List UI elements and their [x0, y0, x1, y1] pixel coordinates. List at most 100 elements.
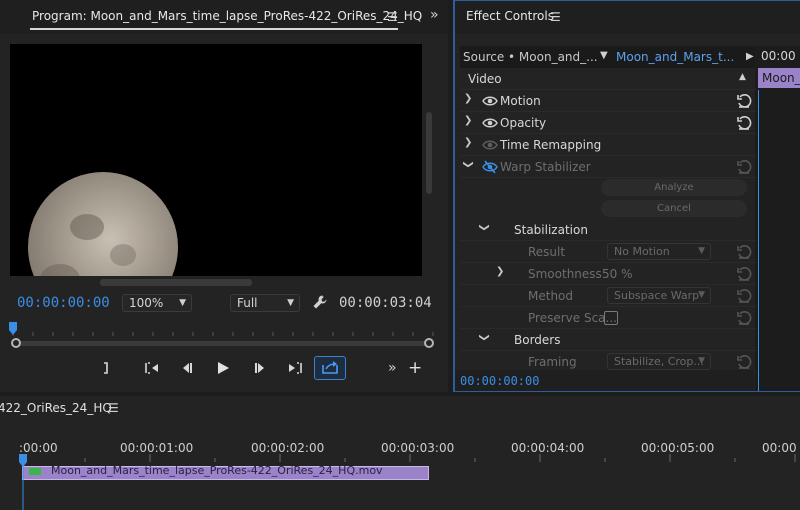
effects-mini-timeline[interactable]: 00:00 Moon_and_Mars — [755, 46, 800, 412]
zoom-handle-right[interactable] — [424, 338, 434, 348]
section-video-label: Video — [468, 72, 502, 86]
zoom-handle-left[interactable] — [11, 338, 21, 348]
add-button-icon[interactable]: + — [408, 358, 422, 378]
reset-icon — [737, 311, 752, 325]
effect-row-opacity[interactable]: ❯ Opacity — [460, 112, 756, 134]
mark-out-button[interactable] — [98, 360, 116, 376]
chevron-right-icon[interactable]: ❯ — [464, 137, 472, 148]
effects-footer: 00:00:00:00 — [454, 370, 754, 392]
effect-row-time-remapping[interactable]: ❯ Time Remapping — [460, 134, 756, 156]
chevron-down-icon[interactable]: ❯ — [479, 223, 490, 231]
chevron-down-icon: ▼ — [698, 356, 705, 366]
borders-heading: Borders — [514, 333, 561, 347]
chevron-down-icon: ▼ — [287, 298, 294, 308]
step-back-button[interactable] — [178, 360, 196, 376]
effect-row-motion[interactable]: ❯ Motion — [460, 90, 756, 112]
chevron-down-icon[interactable]: ❯ — [479, 333, 490, 341]
effect-motion-label: Motion — [500, 94, 541, 108]
program-monitor-panel: Program: Moon_and_Mars_time_lapse_ProRes… — [0, 0, 448, 392]
source-clip-label[interactable]: Source • Moon_and_... — [463, 50, 598, 64]
mini-timeline-clip[interactable]: Moon_and_Mars — [758, 68, 800, 88]
reset-icon — [737, 355, 752, 369]
mini-timeline-playhead[interactable] — [758, 90, 759, 392]
ruler-tick-label: 00:00:05:00 — [641, 441, 715, 455]
step-forward-button[interactable] — [251, 360, 269, 376]
vertical-scrollbar[interactable] — [426, 112, 432, 194]
eye-icon[interactable] — [482, 96, 498, 106]
timeline-sequence-tab[interactable]: 422_OriRes_24_HQ — [0, 401, 112, 415]
video-preview[interactable] — [10, 44, 422, 276]
play-triangle-icon[interactable]: ▶ — [746, 51, 754, 62]
group-borders[interactable]: ❯ Borders — [460, 329, 756, 351]
framing-value: Stabilize, Crop... — [614, 355, 704, 368]
eye-off-icon[interactable] — [482, 160, 498, 174]
export-frame-button[interactable] — [314, 356, 346, 380]
panel-menu-icon[interactable]: ☰ — [387, 10, 398, 24]
chevron-down-icon[interactable]: ▼ — [600, 50, 608, 61]
go-to-out-button[interactable] — [286, 360, 304, 376]
program-monitor-tab[interactable]: Program: Moon_and_Mars_time_lapse_ProRes… — [32, 9, 422, 23]
result-value: No Motion — [614, 245, 670, 258]
effect-opacity-label: Opacity — [500, 116, 547, 130]
program-tab-bar: Program: Moon_and_Mars_time_lapse_ProRes… — [0, 0, 448, 34]
smoothness-label: Smoothness — [528, 267, 602, 281]
playhead-timecode[interactable]: 00:00:00:00 — [17, 295, 110, 311]
method-select[interactable]: Subspace Warp ▼ — [607, 287, 711, 304]
sequence-clip-label[interactable]: Moon_and_Mars_t... — [616, 50, 734, 64]
reset-icon — [737, 245, 752, 259]
playhead-marker-icon[interactable] — [9, 322, 17, 336]
zoom-scroll-bar[interactable] — [16, 341, 429, 346]
ruler-tick-label: 00:00:01:00 — [120, 441, 194, 455]
timeline-clip[interactable]: Moon_and_Mars_time_lapse_ProRes-422_OriR… — [22, 464, 429, 480]
double-chevron-right-icon[interactable]: » — [388, 360, 397, 376]
ruler-tick-label: 00:00:02:00 — [251, 441, 325, 455]
chevron-down-icon: ▼ — [698, 246, 705, 256]
property-row-preserve-scale: Preserve Sca... — [460, 307, 756, 329]
framing-select[interactable]: Stabilize, Crop... ▼ — [607, 353, 711, 370]
section-video-header: Video — [460, 68, 756, 90]
zoom-level-value: 100% — [129, 296, 164, 310]
effect-controls-panel: Effect Controls ☰ Source • Moon_and_... … — [453, 0, 800, 412]
framing-label: Framing — [528, 355, 577, 369]
panel-menu-icon[interactable]: ☰ — [108, 401, 119, 415]
eye-icon — [482, 140, 498, 150]
time-ruler[interactable] — [10, 322, 434, 338]
cancel-button[interactable]: Cancel — [601, 200, 747, 217]
result-select[interactable]: No Motion ▼ — [607, 243, 711, 260]
source-sequence-selector: Source • Moon_and_... ▼ Moon_and_Mars_t.… — [460, 46, 758, 68]
analyze-button[interactable]: Analyze — [601, 179, 747, 196]
eye-icon[interactable] — [482, 118, 498, 128]
smoothness-value[interactable]: 50 % — [602, 267, 633, 281]
active-tab-underline — [30, 28, 398, 30]
effect-controls-tab[interactable]: Effect Controls — [466, 9, 554, 23]
chevron-right-icon[interactable]: ❯ — [496, 266, 504, 277]
chevron-right-icon[interactable]: ❯ — [464, 115, 472, 126]
playback-resolution-select[interactable]: Full ▼ — [230, 294, 300, 312]
chevron-right-icon[interactable]: ❯ — [464, 93, 472, 104]
timeline-ruler[interactable] — [0, 454, 800, 464]
resolution-value: Full — [237, 296, 258, 310]
effects-tab-bar: Effect Controls ☰ — [454, 0, 800, 34]
wrench-icon[interactable] — [312, 294, 328, 310]
ruler-tick-label: :00:00 — [19, 441, 58, 455]
horizontal-scrollbar[interactable] — [100, 279, 252, 286]
double-chevron-right-icon[interactable]: » — [430, 7, 439, 23]
method-value: Subspace Warp — [614, 289, 700, 302]
panel-menu-icon[interactable]: ☰ — [550, 10, 561, 24]
zoom-level-select[interactable]: 100% ▼ — [122, 294, 192, 312]
group-stabilization[interactable]: ❯ Stabilization — [460, 219, 756, 241]
chevron-down-icon[interactable]: ❯ — [463, 160, 474, 168]
go-to-in-button[interactable] — [143, 360, 161, 376]
reset-icon[interactable] — [736, 115, 752, 131]
timeline-playhead[interactable] — [19, 454, 27, 510]
preserve-scale-checkbox[interactable] — [604, 311, 618, 325]
effect-row-warp-stabilizer[interactable]: ❯ Warp Stabilizer — [460, 156, 756, 178]
play-button[interactable] — [214, 360, 232, 376]
collapse-up-icon[interactable]: ▲ — [739, 72, 746, 82]
ruler-tick-label: 00:00:03:00 — [381, 441, 455, 455]
effects-footer-timecode[interactable]: 00:00:00:00 — [460, 374, 539, 388]
reset-icon[interactable] — [736, 93, 752, 109]
effect-warp-stabilizer-label: Warp Stabilizer — [500, 160, 591, 174]
stabilization-heading: Stabilization — [514, 223, 588, 237]
method-label: Method — [528, 289, 574, 303]
